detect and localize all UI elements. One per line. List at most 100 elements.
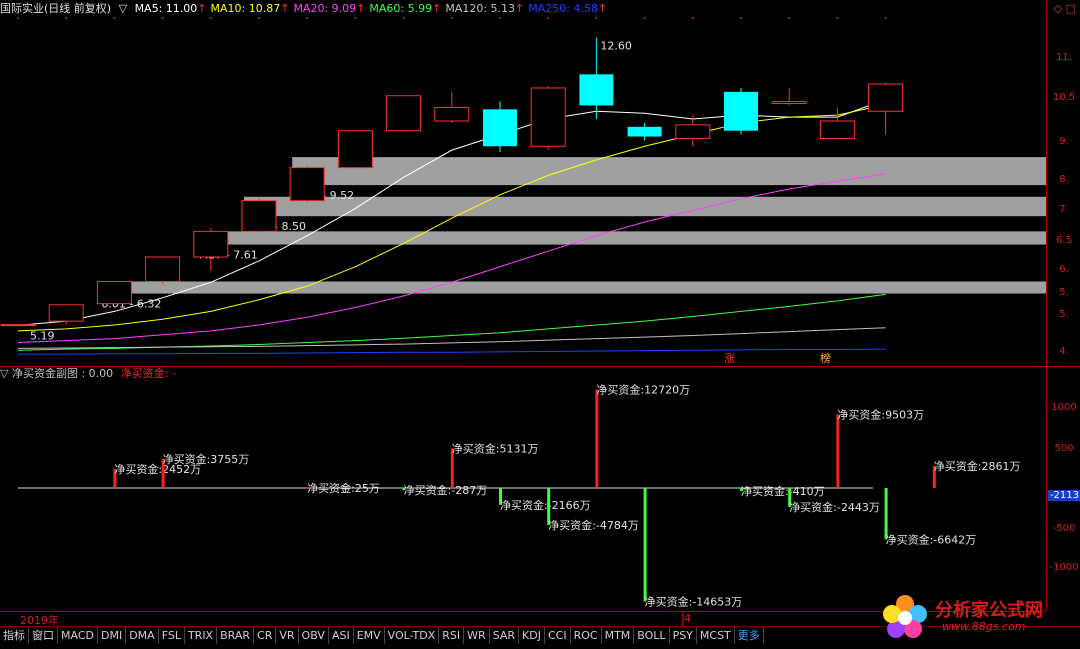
candle-body xyxy=(579,74,614,106)
price-chart[interactable]: 6.01 - 6.327.27 - 7.618.00 - 8.508.80 - … xyxy=(0,0,1046,366)
sub-axis-tick: -1000 xyxy=(1049,562,1079,573)
sub-axis-tick: 500 xyxy=(1054,443,1074,454)
net-buy-bar xyxy=(643,488,647,602)
net-buy-label: 净买资金:3755万 xyxy=(163,452,250,466)
date-dot xyxy=(740,17,742,19)
flower-logo-icon xyxy=(883,595,927,638)
toolbar-item[interactable]: CR xyxy=(254,627,277,644)
candle-body xyxy=(96,280,132,305)
site-logo: 分析家公式网 www.88gs.com xyxy=(880,592,1080,640)
date-dot xyxy=(210,17,212,19)
price-axis-tick: 9. xyxy=(1059,136,1069,147)
net-buy-label: 净买资金:-14653万 xyxy=(645,594,743,608)
date-dot xyxy=(65,17,67,19)
net-buy-chart[interactable]: 净买资金:2452万净买资金:3755万净买资金:25万 净买资金:-287万净买… xyxy=(0,367,1046,611)
min-price-label: 5.19 xyxy=(30,329,55,342)
candle-body xyxy=(868,83,904,112)
toolbar-item[interactable]: SAR xyxy=(490,627,520,644)
date-dot xyxy=(113,17,116,19)
net-buy-bar xyxy=(595,389,599,488)
date-dot xyxy=(258,17,260,19)
toolbar-item[interactable]: CCI xyxy=(545,627,571,644)
toolbar-item[interactable]: DMI xyxy=(98,627,127,644)
date-dot xyxy=(17,17,19,19)
toolbar-item[interactable]: EMV xyxy=(354,627,385,644)
date-dot xyxy=(547,17,549,19)
date-dot xyxy=(692,17,694,19)
toolbar-item[interactable]: 窗口 xyxy=(29,627,58,644)
date-dot xyxy=(161,17,164,19)
date-dot xyxy=(451,17,453,19)
date-dot xyxy=(402,17,405,19)
support-zone xyxy=(244,196,1046,217)
net-buy-bar xyxy=(884,488,888,540)
toolbar-item[interactable]: BRAR xyxy=(217,627,255,644)
candle-body xyxy=(530,87,566,147)
month-divider xyxy=(682,612,683,626)
net-buy-bar xyxy=(836,414,840,488)
price-axis-tick: 5. xyxy=(1059,287,1069,298)
price-axis-tick: 5. xyxy=(1059,309,1069,320)
candle-body xyxy=(289,167,325,202)
bang-marker: 榜 xyxy=(820,351,831,365)
toolbar-item[interactable]: OBV xyxy=(299,627,329,644)
toolbar-item[interactable]: BOLL xyxy=(634,627,670,644)
net-buy-label: 净买资金:25万 xyxy=(307,481,380,495)
toolbar-item[interactable]: VOL-TDX xyxy=(385,627,440,644)
price-axis-tick: 6.5 xyxy=(1056,235,1072,246)
candle-body xyxy=(483,109,517,147)
price-axis-tick: 11. xyxy=(1056,52,1072,63)
toolbar-item[interactable]: MACD xyxy=(58,627,98,644)
toolbar-item[interactable]: DMA xyxy=(126,627,159,644)
date-dot xyxy=(595,17,598,19)
candle-body xyxy=(819,120,855,139)
toolbar-item[interactable]: 指标 xyxy=(0,627,29,644)
price-axis-tick: 7. xyxy=(1059,204,1069,215)
net-buy-label: 净买资金:9503万 xyxy=(837,408,924,422)
toolbar-item[interactable]: ASI xyxy=(329,627,354,644)
candle-body xyxy=(386,95,422,132)
candle-body xyxy=(771,101,807,104)
candle-body xyxy=(241,200,277,232)
date-dot xyxy=(643,17,646,19)
date-dot xyxy=(306,17,309,19)
toolbar-item[interactable]: KDJ xyxy=(519,627,545,644)
support-zone xyxy=(99,281,1046,294)
net-buy-label: 净买资金:-2166万 xyxy=(500,498,591,512)
toolbar-item[interactable]: ROC xyxy=(571,627,602,644)
candle-body xyxy=(48,304,84,322)
candle-body xyxy=(724,91,758,131)
date-dot xyxy=(836,17,839,19)
toolbar-item[interactable]: TRIX xyxy=(185,627,218,644)
price-axis-tick: 8. xyxy=(1059,174,1069,185)
sub-axis-tick: 1000 xyxy=(1051,402,1077,413)
toolbar-item[interactable]: PSY xyxy=(670,627,697,644)
candle-body xyxy=(0,324,36,327)
sub-axis: 1000 500 -500 -1000 -2113 xyxy=(1046,367,1080,611)
support-zone xyxy=(292,157,1046,186)
month-label: 4 xyxy=(684,612,691,625)
toolbar-item[interactable]: MTM xyxy=(602,627,635,644)
net-buy-label: 净买资金:5131万 xyxy=(452,441,539,455)
net-buy-label: 净买资金:-410万 xyxy=(741,484,825,498)
logo-url: www.88gs.com xyxy=(942,620,1026,633)
toolbar-item[interactable]: MCST xyxy=(697,627,735,644)
date-dot xyxy=(884,17,887,19)
toolbar-item[interactable]: WR xyxy=(464,627,490,644)
price-axis-tick: 6. xyxy=(1059,264,1069,275)
candle-body xyxy=(627,126,662,137)
max-price-label: 12.60 xyxy=(600,39,632,52)
candle-body xyxy=(145,256,181,282)
toolbar-item[interactable]: 更多 xyxy=(735,627,764,644)
price-axis-tick: 4. xyxy=(1059,346,1069,357)
candle-body xyxy=(675,124,711,139)
toolbar-item[interactable]: FSL xyxy=(159,627,185,644)
toolbar-item[interactable]: RSI xyxy=(439,627,465,644)
net-buy-label: 净买资金:-4784万 xyxy=(548,518,639,532)
net-buy-label: 净买资金:-2443万 xyxy=(789,500,880,514)
support-zone xyxy=(195,231,1046,245)
candle-body xyxy=(337,130,373,169)
date-dot xyxy=(354,17,357,19)
toolbar-item[interactable]: VR xyxy=(276,627,299,644)
net-buy-label: 净买资金:2861万 xyxy=(934,459,1021,473)
